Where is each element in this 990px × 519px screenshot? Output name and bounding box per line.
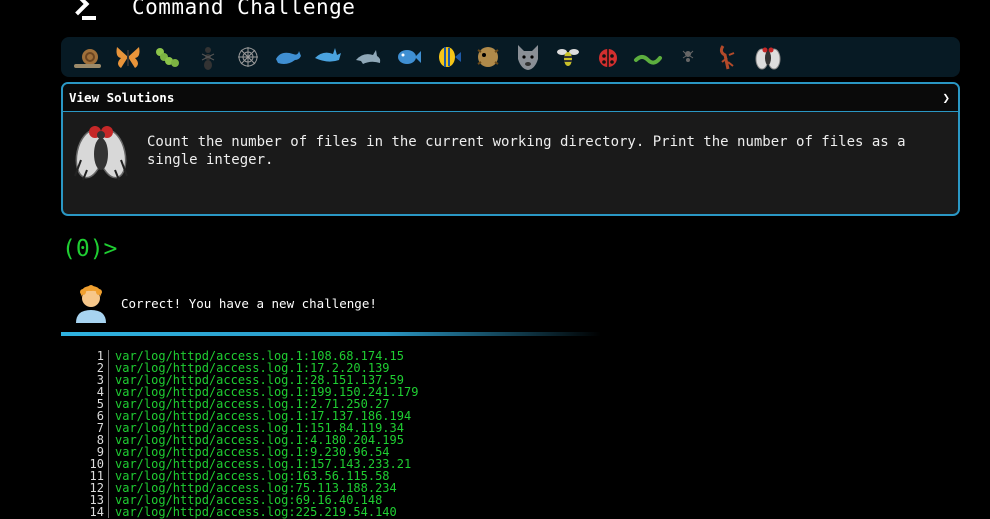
fly-icon — [74, 126, 128, 181]
line-number: 7 — [78, 422, 109, 434]
dolphin-icon[interactable] — [349, 40, 387, 74]
line-number: 14 — [78, 506, 109, 518]
command-output: 1 var/log/httpd/access.log.1:108.68.174.1… — [78, 350, 418, 518]
line-number: 3 — [78, 374, 109, 386]
challenge-icon-bar — [61, 37, 960, 77]
spider-icon[interactable] — [669, 40, 707, 74]
fish-icon[interactable] — [389, 40, 427, 74]
line-number: 8 — [78, 434, 109, 446]
person-avatar-icon — [76, 285, 106, 323]
output-line: 14 var/log/httpd/access.log:225.219.54.14… — [78, 506, 418, 518]
wolf-icon[interactable] — [509, 40, 547, 74]
feedback-message: Correct! You have a new challenge! — [74, 283, 377, 323]
challenge-description: Count the number of files in the current… — [147, 134, 906, 168]
challenge-panel: View Solutions ❯ Count the number of fil… — [61, 82, 960, 216]
line-text: var/log/httpd/access.log:225.219.54.140 — [115, 505, 397, 519]
bee-icon[interactable] — [549, 40, 587, 74]
snail-icon[interactable] — [69, 40, 107, 74]
line-number: 6 — [78, 410, 109, 422]
ant-icon[interactable] — [189, 40, 227, 74]
butterfly-icon[interactable] — [109, 40, 147, 74]
fly-icon[interactable] — [749, 40, 787, 74]
feedback-text: Correct! You have a new challenge! — [121, 295, 377, 311]
view-solutions-toggle[interactable]: View Solutions ❯ — [63, 84, 958, 112]
header: Command Challenge — [66, 0, 356, 20]
whale-icon[interactable] — [269, 40, 307, 74]
line-number: 1 — [78, 350, 109, 362]
score-prompt: (0)> — [62, 236, 118, 262]
terminal-prompt-icon[interactable] — [66, 0, 98, 20]
view-solutions-label: View Solutions — [69, 90, 175, 105]
line-number: 4 — [78, 386, 109, 398]
chevron-right-icon[interactable]: ❯ — [942, 90, 950, 105]
lady-beetle-icon[interactable] — [589, 40, 627, 74]
line-number: 5 — [78, 398, 109, 410]
caterpillar-icon[interactable] — [149, 40, 187, 74]
page-title: Command Challenge — [132, 0, 356, 19]
tropical-fish-icon[interactable] — [429, 40, 467, 74]
line-number: 2 — [78, 362, 109, 374]
shark-icon[interactable] — [309, 40, 347, 74]
divider — [61, 332, 601, 336]
spider-web-icon[interactable] — [229, 40, 267, 74]
worm-icon[interactable] — [629, 40, 667, 74]
scorpion-icon[interactable] — [709, 40, 747, 74]
blowfish-icon[interactable] — [469, 40, 507, 74]
